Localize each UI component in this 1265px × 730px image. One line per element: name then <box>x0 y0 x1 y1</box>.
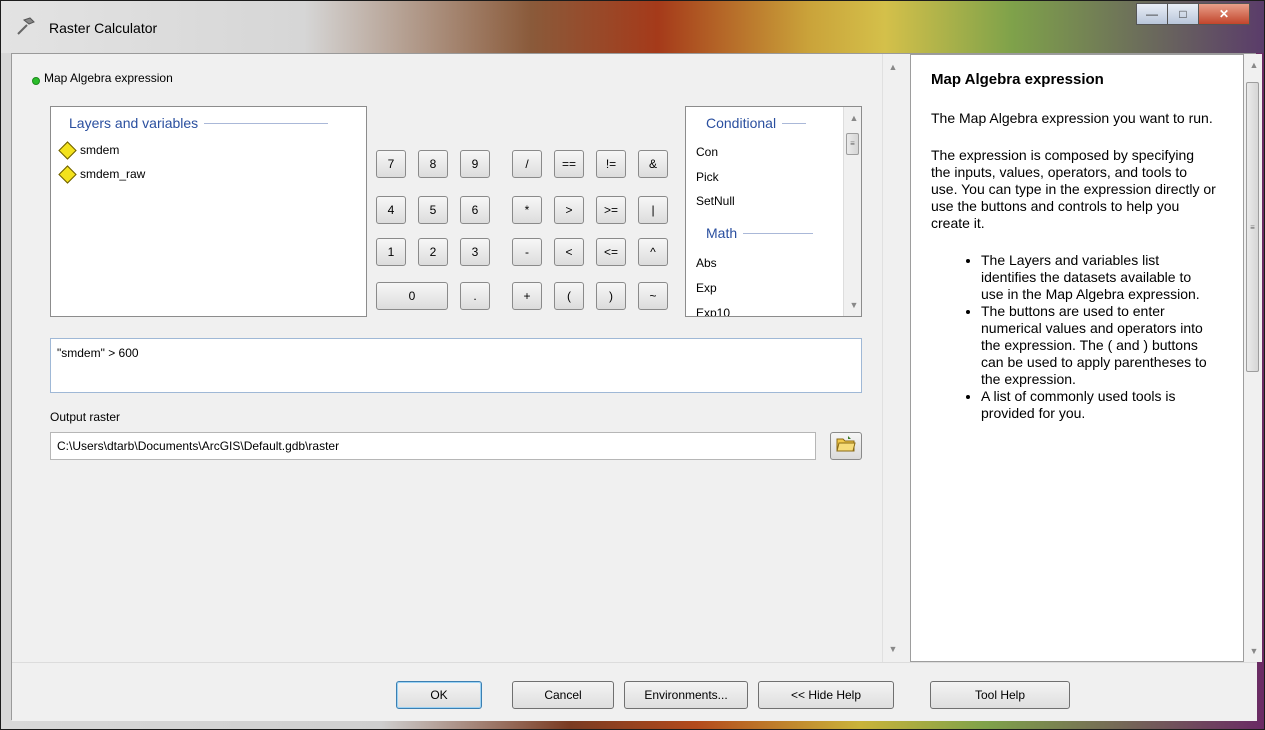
list-item[interactable]: smdem_raw <box>58 164 146 184</box>
tool-item-con[interactable]: Con <box>696 145 718 159</box>
output-raster-label: Output raster <box>50 410 121 424</box>
window-controls: — □ ✕ <box>1136 3 1250 25</box>
scroll-thumb[interactable]: ≡ <box>846 133 859 155</box>
tools-list[interactable]: Conditional Con Pick SetNull Math Abs Ex… <box>685 106 862 317</box>
calc-button-4[interactable]: 4 <box>376 196 406 224</box>
tools-scrollbar[interactable]: ▲ ≡ ▼ <box>843 107 861 316</box>
output-raster-input[interactable]: C:\Users\dtarb\Documents\ArcGIS\Default.… <box>50 432 816 460</box>
button-bar: OK Cancel Environments... << Hide Help T… <box>12 662 1257 721</box>
maximize-icon[interactable]: □ <box>1167 3 1199 25</box>
tool-item-exp[interactable]: Exp <box>696 281 717 295</box>
scroll-down-icon[interactable]: ▼ <box>883 640 903 658</box>
tool-help-button[interactable]: Tool Help <box>930 681 1070 709</box>
hide-help-button[interactable]: << Hide Help <box>758 681 894 709</box>
help-scrollbar[interactable]: ▲ ≡ ▼ <box>1244 54 1262 662</box>
calc-button-greater[interactable]: > <box>554 196 584 224</box>
expression-label: Map Algebra expression <box>44 71 173 85</box>
help-bullet: The buttons are used to enter numerical … <box>981 303 1217 388</box>
calc-button-3[interactable]: 3 <box>460 238 490 266</box>
layer-name: smdem_raw <box>80 167 146 181</box>
ok-button[interactable]: OK <box>396 681 482 709</box>
calc-button-and[interactable]: & <box>638 150 668 178</box>
tool-item-exp10[interactable]: Exp10 <box>696 306 730 316</box>
scroll-down-icon[interactable]: ▼ <box>844 296 861 314</box>
raster-calculator-window: Raster Calculator — □ ✕ Map Algebra expr… <box>0 0 1265 730</box>
title-bar[interactable]: Raster Calculator — □ ✕ <box>1 1 1264 53</box>
conditional-header-label: Conditional <box>706 115 777 131</box>
raster-layer-icon <box>58 164 77 184</box>
calc-button-or[interactable]: | <box>638 196 668 224</box>
math-header-label: Math <box>706 225 738 241</box>
header-divider <box>743 232 814 234</box>
calc-button-8[interactable]: 8 <box>418 150 448 178</box>
calc-button-open-paren[interactable]: ( <box>554 282 584 310</box>
calc-button-9[interactable]: 9 <box>460 150 490 178</box>
help-paragraph: The expression is composed by specifying… <box>931 147 1216 231</box>
help-paragraph: The Map Algebra expression you want to r… <box>931 110 1213 126</box>
calc-button-equal[interactable]: == <box>554 150 584 178</box>
window-title: Raster Calculator <box>49 20 158 36</box>
calc-button-less-equal[interactable]: <= <box>596 238 626 266</box>
header-divider <box>782 122 807 124</box>
scroll-up-icon[interactable]: ▲ <box>1244 56 1264 74</box>
scroll-up-icon[interactable]: ▲ <box>844 109 861 127</box>
calc-button-7[interactable]: 7 <box>376 150 406 178</box>
list-item[interactable]: smdem <box>58 140 120 160</box>
cancel-button[interactable]: Cancel <box>512 681 614 709</box>
expression-input[interactable]: "smdem" > 600 <box>50 338 862 393</box>
layers-header-label: Layers and variables <box>69 115 199 131</box>
browse-folder-button[interactable] <box>830 432 862 460</box>
tool-item-setnull[interactable]: SetNull <box>696 194 735 208</box>
scroll-up-icon[interactable]: ▲ <box>883 58 903 76</box>
calc-button-6[interactable]: 6 <box>460 196 490 224</box>
raster-layer-icon <box>58 140 77 160</box>
calc-button-1[interactable]: 1 <box>376 238 406 266</box>
tool-item-pick[interactable]: Pick <box>696 170 719 184</box>
layers-list[interactable]: Layers and variables smdem smdem_raw <box>50 106 367 317</box>
layers-header: Layers and variables <box>69 115 329 131</box>
help-bullet: A list of commonly used tools is provide… <box>981 388 1217 422</box>
environments-button[interactable]: Environments... <box>624 681 748 709</box>
scroll-thumb[interactable]: ≡ <box>1246 82 1259 372</box>
calc-button-2[interactable]: 2 <box>418 238 448 266</box>
close-icon[interactable]: ✕ <box>1198 3 1250 25</box>
calc-button-divide[interactable]: / <box>512 150 542 178</box>
help-panel: Map Algebra expression The Map Algebra e… <box>910 54 1244 662</box>
hammer-icon <box>15 15 37 37</box>
calc-button-0[interactable]: 0 <box>376 282 448 310</box>
dialog-client: Map Algebra expression Layers and variab… <box>11 53 1262 721</box>
calc-button-plus[interactable]: + <box>512 282 542 310</box>
calc-button-multiply[interactable]: * <box>512 196 542 224</box>
conditional-header: Conditional <box>706 115 807 131</box>
calc-button-greater-equal[interactable]: >= <box>596 196 626 224</box>
header-divider <box>204 122 329 124</box>
open-folder-icon <box>836 435 856 458</box>
math-header: Math <box>706 225 814 241</box>
calc-button-not-equal[interactable]: != <box>596 150 626 178</box>
calc-button-less[interactable]: < <box>554 238 584 266</box>
layer-name: smdem <box>80 143 120 157</box>
parameters-panel: Map Algebra expression Layers and variab… <box>12 54 902 662</box>
calc-button-xor[interactable]: ^ <box>638 238 668 266</box>
calc-button-not[interactable]: ~ <box>638 282 668 310</box>
tool-item-abs[interactable]: Abs <box>696 256 717 270</box>
parameters-scrollbar[interactable]: ▲ ▼ <box>882 54 902 662</box>
calc-button-decimal[interactable]: . <box>460 282 490 310</box>
calc-button-5[interactable]: 5 <box>418 196 448 224</box>
help-bullet-list: The Layers and variables list identifies… <box>931 252 1223 422</box>
minimize-icon[interactable]: — <box>1136 3 1168 25</box>
help-bullet: The Layers and variables list identifies… <box>981 252 1217 303</box>
help-title: Map Algebra expression <box>931 71 1104 88</box>
valid-status-icon <box>32 77 40 85</box>
calc-button-minus[interactable]: - <box>512 238 542 266</box>
calc-button-close-paren[interactable]: ) <box>596 282 626 310</box>
scroll-down-icon[interactable]: ▼ <box>1244 642 1264 660</box>
